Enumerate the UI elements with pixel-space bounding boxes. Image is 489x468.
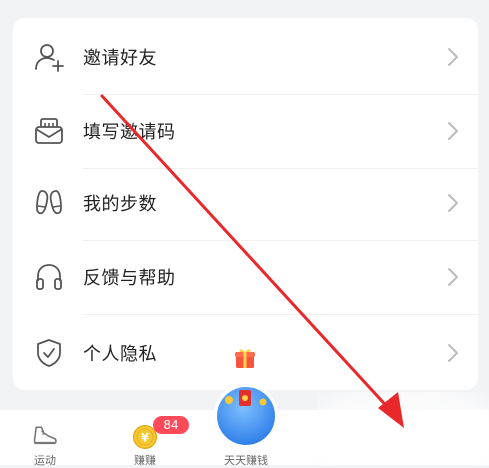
money-globe-icon[interactable]: [213, 382, 279, 448]
tab-sport[interactable]: 运动: [0, 410, 90, 467]
menu-item-label: 个人隐私: [83, 344, 157, 365]
settings-menu-card: 邀请好友 填写邀请码 我的步数 反馈与帮助 个人隐私: [13, 18, 478, 390]
sneaker-icon: [33, 426, 57, 445]
menu-item-label: 反馈与帮助: [83, 268, 176, 289]
menu-item-enter-invite-code[interactable]: 填写邀请码: [13, 94, 478, 168]
notification-badge: 84: [153, 416, 189, 434]
chevron-right-icon: [448, 344, 458, 362]
menu-item-feedback-help[interactable]: 反馈与帮助: [13, 240, 478, 314]
tab-label: 赚赚: [134, 454, 156, 467]
footprints-icon: [36, 190, 62, 215]
headphones-icon: [36, 264, 62, 290]
envelope-icon: [35, 118, 63, 144]
chevron-right-icon: [448, 48, 458, 66]
gift-icon[interactable]: [233, 346, 257, 370]
menu-item-my-steps[interactable]: 我的步数: [13, 166, 478, 240]
obscured-area: [318, 392, 489, 465]
chevron-right-icon: [448, 268, 458, 286]
tab-label: 运动: [34, 454, 56, 467]
svg-text:¥: ¥: [141, 430, 149, 444]
menu-item-label: 填写邀请码: [83, 122, 176, 143]
divider: [83, 314, 478, 315]
chevron-right-icon: [448, 194, 458, 212]
menu-item-label: 邀请好友: [83, 48, 157, 69]
shield-check-icon: [37, 339, 61, 367]
menu-item-invite-friends[interactable]: 邀请好友: [13, 20, 478, 94]
add-user-icon: [35, 44, 64, 72]
menu-item-label: 我的步数: [83, 194, 157, 215]
chevron-right-icon: [448, 122, 458, 140]
tab-label: 天天赚钱: [224, 454, 268, 467]
